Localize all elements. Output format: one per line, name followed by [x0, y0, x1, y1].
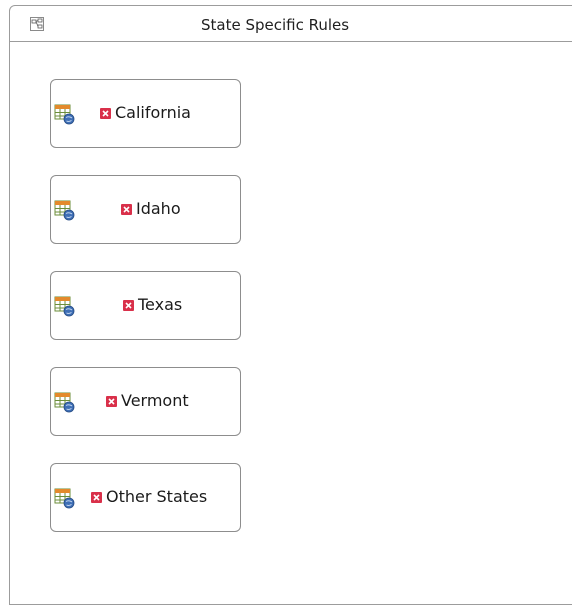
rule-label: Idaho	[121, 200, 181, 218]
rule-label: California	[100, 104, 191, 122]
rule-node-other-states[interactable]: Other States	[50, 463, 241, 532]
decision-table-icon	[54, 104, 75, 125]
decision-table-icon	[54, 488, 75, 509]
error-icon	[106, 395, 117, 407]
decision-table-icon	[54, 392, 75, 413]
error-icon	[123, 299, 134, 311]
rule-name: Idaho	[136, 199, 181, 218]
rule-label: Other States	[91, 488, 207, 506]
decision-table-icon	[54, 200, 75, 221]
error-icon	[91, 491, 102, 503]
diagram-icon	[30, 17, 44, 31]
error-icon	[121, 203, 132, 215]
rule-name: Other States	[106, 487, 208, 506]
rule-name: Vermont	[121, 391, 189, 410]
rule-node-california[interactable]: California	[50, 79, 241, 148]
rule-node-texas[interactable]: Texas	[50, 271, 241, 340]
decision-table-icon	[54, 296, 75, 317]
panel-title: State Specific Rules	[201, 16, 350, 34]
error-icon	[100, 107, 111, 119]
rule-name: Texas	[138, 295, 183, 314]
rule-node-vermont[interactable]: Vermont	[50, 367, 241, 436]
rule-label: Vermont	[106, 392, 189, 410]
panel-header: State Specific Rules	[10, 6, 572, 42]
rule-name: California	[115, 103, 191, 122]
rule-label: Texas	[123, 296, 182, 314]
rule-node-idaho[interactable]: Idaho	[50, 175, 241, 244]
state-specific-rules-panel: State Specific Rules California Idaho Te…	[9, 5, 572, 605]
